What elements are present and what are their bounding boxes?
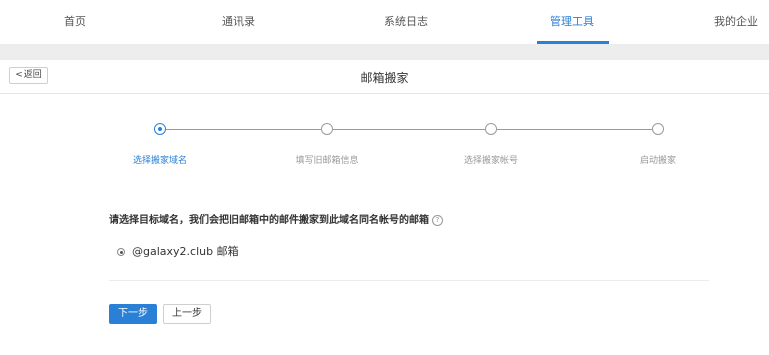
step-indicator: 选择搬家域名 填写旧邮箱信息 选择搬家帐号 启动搬家: [0, 115, 769, 175]
title-bar: <返回 邮箱搬家: [0, 60, 769, 94]
next-step-button[interactable]: 下一步: [109, 304, 157, 324]
step-3-marker: [485, 123, 497, 135]
step-1-marker: [154, 123, 166, 135]
step-2-label: 填写旧邮箱信息: [295, 156, 359, 166]
domain-option[interactable]: @galaxy2.club 邮箱: [117, 243, 239, 259]
top-nav: 首页 通讯录 系统日志 管理工具 我的企业: [0, 0, 769, 44]
radio-selected-icon[interactable]: [117, 248, 125, 256]
step-4-label: 启动搬家: [639, 156, 676, 166]
nav-item-system-log[interactable]: 系统日志: [384, 0, 428, 44]
step-connector: [497, 129, 652, 130]
domain-option-label: @galaxy2.club 邮箱: [132, 245, 239, 258]
nav-item-my-enterprise[interactable]: 我的企业: [714, 0, 758, 44]
step-3-label: 选择搬家帐号: [463, 156, 518, 166]
instruction-label: 请选择目标域名，我们会把旧邮箱中的邮件搬家到此域名同名帐号的邮箱: [109, 215, 429, 226]
step-1-label: 选择搬家域名: [132, 156, 187, 166]
step-4-marker: [652, 123, 664, 135]
nav-item-admin-tools[interactable]: 管理工具: [550, 0, 594, 44]
nav-item-contacts[interactable]: 通讯录: [222, 0, 255, 44]
nav-item-home[interactable]: 首页: [64, 0, 86, 44]
help-icon[interactable]: ?: [432, 214, 443, 226]
header-band: [0, 44, 769, 60]
step-connector: [333, 129, 485, 130]
step-2-marker: [321, 123, 333, 135]
step-connector: [166, 129, 321, 130]
instruction-text: 请选择目标域名，我们会把旧邮箱中的邮件搬家到此域名同名帐号的邮箱?: [109, 211, 443, 226]
page-title: 邮箱搬家: [360, 71, 409, 85]
previous-step-button[interactable]: 上一步: [163, 304, 211, 324]
divider: [109, 280, 709, 281]
